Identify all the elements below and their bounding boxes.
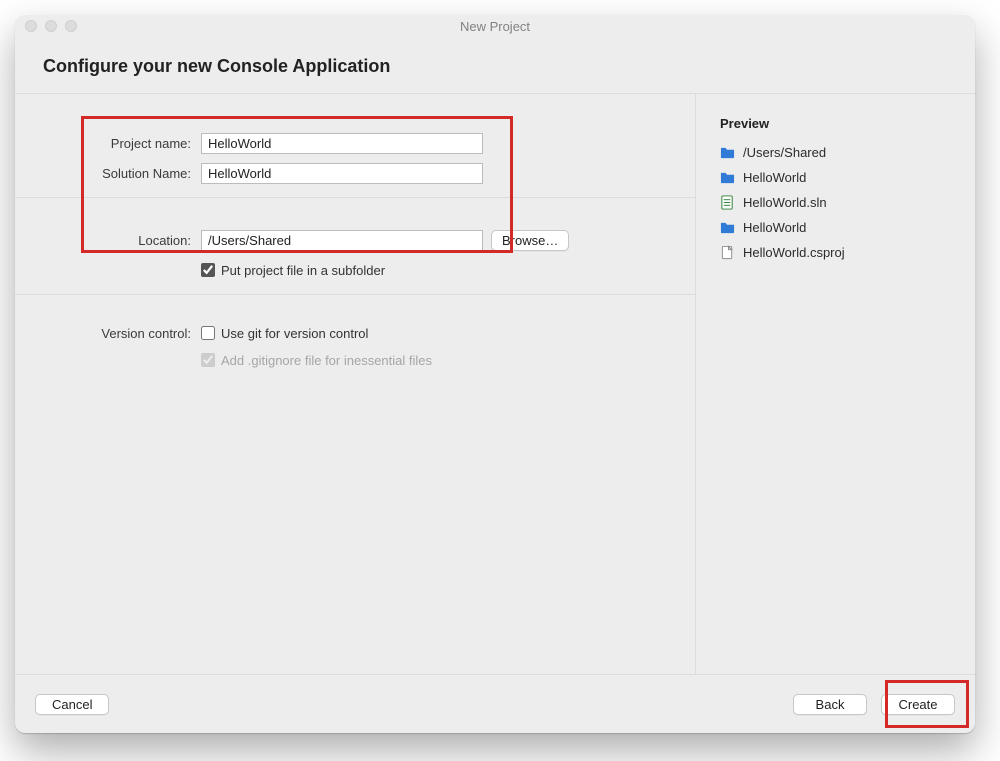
preview-title: Preview <box>720 116 955 131</box>
version-control-label: Version control: <box>15 326 201 341</box>
row-solution-name: Solution Name: <box>15 158 695 188</box>
solution-name-input[interactable] <box>201 163 483 184</box>
use-git-label: Use git for version control <box>221 326 368 341</box>
preview-item-label: HelloWorld.csproj <box>743 245 845 260</box>
use-git-checkbox[interactable] <box>201 326 215 340</box>
subfolder-option[interactable]: Put project file in a subfolder <box>201 263 385 278</box>
gitignore-checkbox <box>201 353 215 367</box>
form-pane: Project name: Solution Name: Location: B… <box>15 94 695 674</box>
body: Project name: Solution Name: Location: B… <box>15 93 975 674</box>
gitignore-label: Add .gitignore file for inessential file… <box>221 353 432 368</box>
back-button[interactable]: Back <box>793 694 867 715</box>
folder-icon <box>720 170 735 185</box>
preview-item: HelloWorld <box>720 170 955 185</box>
preview-item: HelloWorld.sln <box>720 195 955 210</box>
browse-button[interactable]: Browse… <box>491 230 569 251</box>
location-label: Location: <box>15 233 201 248</box>
page-title: Configure your new Console Application <box>43 56 947 77</box>
row-subfolder: Put project file in a subfolder <box>15 255 695 285</box>
header: Configure your new Console Application <box>15 38 975 93</box>
preview-item-label: HelloWorld <box>743 170 806 185</box>
preview-item-label: HelloWorld.sln <box>743 195 827 210</box>
row-version-control: Version control: Use git for version con… <box>15 318 695 348</box>
folder-icon <box>720 220 735 235</box>
titlebar: New Project <box>15 15 975 38</box>
new-project-window: New Project Configure your new Console A… <box>15 15 975 733</box>
cancel-button[interactable]: Cancel <box>35 694 109 715</box>
row-gitignore: Add .gitignore file for inessential file… <box>15 348 695 372</box>
project-name-label: Project name: <box>15 136 201 151</box>
preview-item: HelloWorld <box>720 220 955 235</box>
subfolder-checkbox[interactable] <box>201 263 215 277</box>
sln-file-icon <box>720 195 735 210</box>
subfolder-label: Put project file in a subfolder <box>221 263 385 278</box>
folder-icon <box>720 145 735 160</box>
preview-item-label: /Users/Shared <box>743 145 826 160</box>
csproj-file-icon <box>720 245 735 260</box>
footer: Cancel Back Create <box>15 674 975 733</box>
preview-item: HelloWorld.csproj <box>720 245 955 260</box>
gitignore-option: Add .gitignore file for inessential file… <box>201 353 432 368</box>
use-git-option[interactable]: Use git for version control <box>201 326 368 341</box>
solution-name-label: Solution Name: <box>15 166 201 181</box>
preview-item: /Users/Shared <box>720 145 955 160</box>
location-input[interactable] <box>201 230 483 251</box>
preview-item-label: HelloWorld <box>743 220 806 235</box>
row-location: Location: Browse… <box>15 225 695 255</box>
row-project-name: Project name: <box>15 128 695 158</box>
preview-pane: Preview /Users/Shared HelloWorld <box>695 94 975 674</box>
divider <box>15 197 695 198</box>
divider <box>15 294 695 295</box>
create-button[interactable]: Create <box>881 694 955 715</box>
preview-list: /Users/Shared HelloWorld HelloW <box>720 145 955 260</box>
project-name-input[interactable] <box>201 133 483 154</box>
window-title: New Project <box>15 19 975 34</box>
